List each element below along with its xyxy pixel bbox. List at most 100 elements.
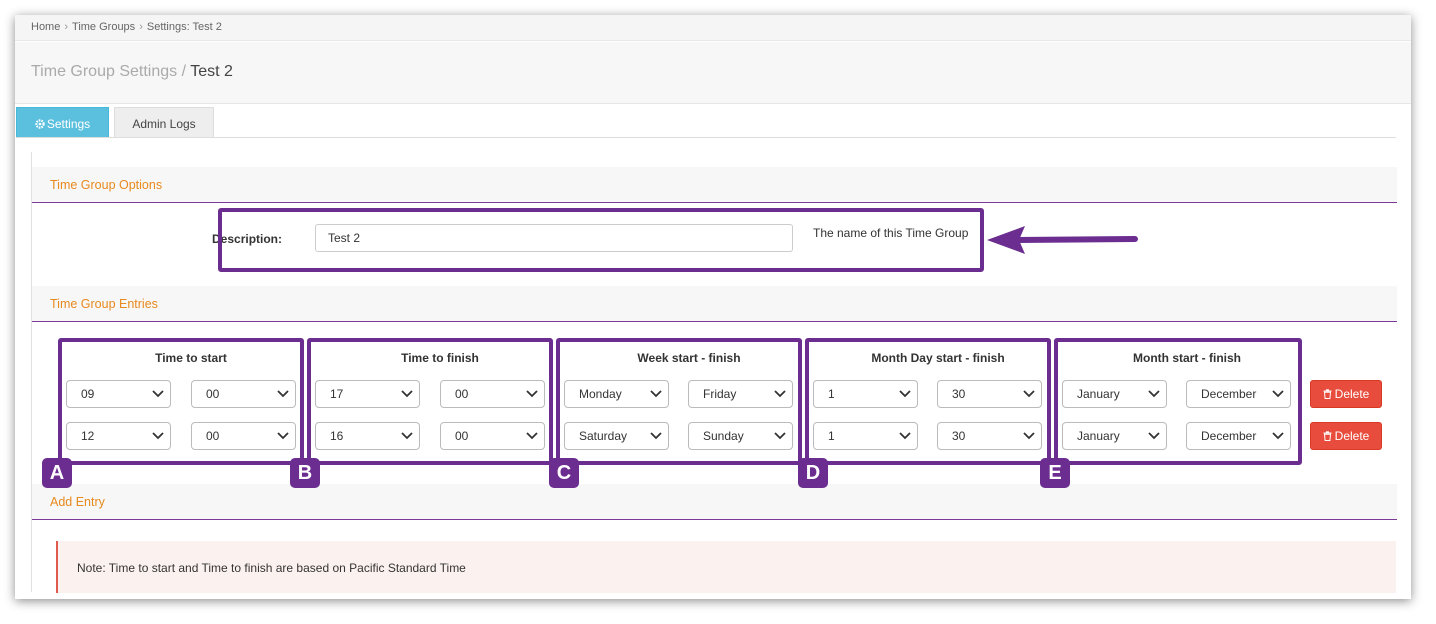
breadcrumb-home[interactable]: Home — [31, 21, 60, 33]
tab-admin-logs-label: Admin Logs — [132, 117, 196, 131]
section-title-add-entry[interactable]: Add Entry — [50, 495, 105, 509]
month-start-value: January — [1077, 429, 1120, 443]
month-start-select[interactable]: January — [1062, 380, 1167, 408]
week-start-select[interactable]: Monday — [564, 380, 669, 408]
trash-icon — [1323, 389, 1332, 399]
month-finish-select[interactable]: December — [1186, 422, 1291, 450]
chevron-down-icon — [899, 432, 911, 440]
chevron-down-icon — [1148, 390, 1160, 398]
week-start-select[interactable]: Saturday — [564, 422, 669, 450]
start-hour-select[interactable]: 12 — [66, 422, 171, 450]
column-header-time-to-finish: Time to finish — [401, 351, 479, 365]
delete-button-label: Delete — [1334, 387, 1370, 401]
gear-icon — [35, 119, 45, 129]
chevron-down-icon — [526, 390, 538, 398]
column-header-week: Week start - finish — [637, 351, 741, 365]
start-hour-value: 09 — [81, 387, 95, 401]
week-start-value: Saturday — [579, 429, 628, 443]
month-day-start-select[interactable]: 1 — [813, 422, 918, 450]
month-start-value: January — [1077, 387, 1120, 401]
page-header: Time Group Settings / Test 2 — [15, 42, 1411, 104]
chevron-down-icon — [1148, 432, 1160, 440]
chevron-down-icon — [152, 432, 164, 440]
annotation-badge-b: B — [290, 458, 320, 488]
tab-admin-logs[interactable]: Admin Logs — [114, 107, 214, 138]
week-finish-select[interactable]: Friday — [688, 380, 793, 408]
annotation-badge-e: E — [1040, 458, 1070, 488]
chevron-down-icon — [1272, 432, 1284, 440]
chevron-down-icon — [774, 432, 786, 440]
chevron-down-icon — [1272, 390, 1284, 398]
page-title-current: Test 2 — [190, 63, 233, 80]
finish-minute-select[interactable]: 00 — [440, 422, 545, 450]
chevron-down-icon — [401, 432, 413, 440]
month-day-finish-select[interactable]: 30 — [937, 380, 1042, 408]
month-day-finish-value: 30 — [952, 387, 966, 401]
description-help-text: The name of this Time Group — [813, 226, 969, 240]
month-day-finish-select[interactable]: 30 — [937, 422, 1042, 450]
timezone-note-text: Note: Time to start and Time to finish a… — [77, 561, 466, 575]
tab-settings[interactable]: Settings — [16, 107, 109, 138]
column-header-month: Month start - finish — [1133, 351, 1241, 365]
start-minute-value: 00 — [206, 387, 220, 401]
chevron-down-icon — [1023, 390, 1035, 398]
settings-panel: Time Group Options Time Group Entries Ad… — [31, 152, 1397, 592]
finish-hour-select[interactable]: 17 — [315, 380, 420, 408]
chevron-down-icon — [401, 390, 413, 398]
tab-divider — [16, 137, 1396, 138]
month-day-start-select[interactable]: 1 — [813, 380, 918, 408]
delete-entry-button[interactable]: Delete — [1310, 422, 1382, 450]
week-finish-select[interactable]: Sunday — [688, 422, 793, 450]
breadcrumb-current: Settings: Test 2 — [146, 21, 222, 33]
chevron-down-icon — [152, 390, 164, 398]
section-title-options: Time Group Options — [50, 178, 163, 192]
start-minute-select[interactable]: 00 — [191, 422, 296, 450]
week-finish-value: Friday — [703, 387, 737, 401]
month-finish-select[interactable]: December — [1186, 380, 1291, 408]
tab-settings-label: Settings — [46, 117, 91, 131]
section-title-entries: Time Group Entries — [50, 297, 158, 311]
finish-hour-select[interactable]: 16 — [315, 422, 420, 450]
page-title: Time Group Settings / Test 2 — [31, 63, 233, 81]
chevron-down-icon — [277, 390, 289, 398]
annotation-arrow-icon — [987, 226, 1138, 254]
chevron-down-icon — [526, 432, 538, 440]
delete-entry-button[interactable]: Delete — [1310, 380, 1382, 408]
finish-hour-value: 16 — [330, 429, 344, 443]
chevron-down-icon — [1023, 432, 1035, 440]
start-minute-select[interactable]: 00 — [191, 380, 296, 408]
month-day-finish-value: 30 — [952, 429, 966, 443]
start-minute-value: 00 — [206, 429, 220, 443]
finish-hour-value: 17 — [330, 387, 344, 401]
trash-icon — [1323, 431, 1332, 441]
month-start-select[interactable]: January — [1062, 422, 1167, 450]
breadcrumb: Home › Time Groups › Settings: Test 2 — [15, 15, 1411, 41]
chevron-down-icon — [277, 432, 289, 440]
delete-button-label: Delete — [1334, 429, 1370, 443]
chevron-down-icon — [650, 432, 662, 440]
section-add-entry: Add Entry — [32, 484, 1397, 520]
month-day-start-value: 1 — [828, 387, 835, 401]
annotation-badge-d: D — [798, 458, 828, 488]
description-input[interactable]: Test 2 — [315, 224, 793, 252]
section-time-group-options: Time Group Options — [32, 167, 1397, 203]
month-finish-value: December — [1201, 429, 1257, 443]
chevron-down-icon — [650, 390, 662, 398]
description-label: Description: — [212, 232, 283, 246]
column-header-month-day: Month Day start - finish — [871, 351, 1005, 365]
chevron-down-icon — [899, 390, 911, 398]
start-hour-value: 12 — [81, 429, 95, 443]
chevron-down-icon — [774, 390, 786, 398]
page-title-separator: / — [181, 63, 187, 80]
finish-minute-select[interactable]: 00 — [440, 380, 545, 408]
page-title-parent: Time Group Settings — [31, 63, 178, 80]
month-day-start-value: 1 — [828, 429, 835, 443]
column-header-time-to-start: Time to start — [155, 351, 227, 365]
section-time-group-entries: Time Group Entries — [32, 286, 1397, 322]
breadcrumb-time-groups[interactable]: Time Groups — [72, 21, 135, 33]
week-start-value: Monday — [579, 387, 622, 401]
month-finish-value: December — [1201, 387, 1257, 401]
week-finish-value: Sunday — [703, 429, 744, 443]
timezone-note: Note: Time to start and Time to finish a… — [56, 541, 1396, 593]
start-hour-select[interactable]: 09 — [66, 380, 171, 408]
